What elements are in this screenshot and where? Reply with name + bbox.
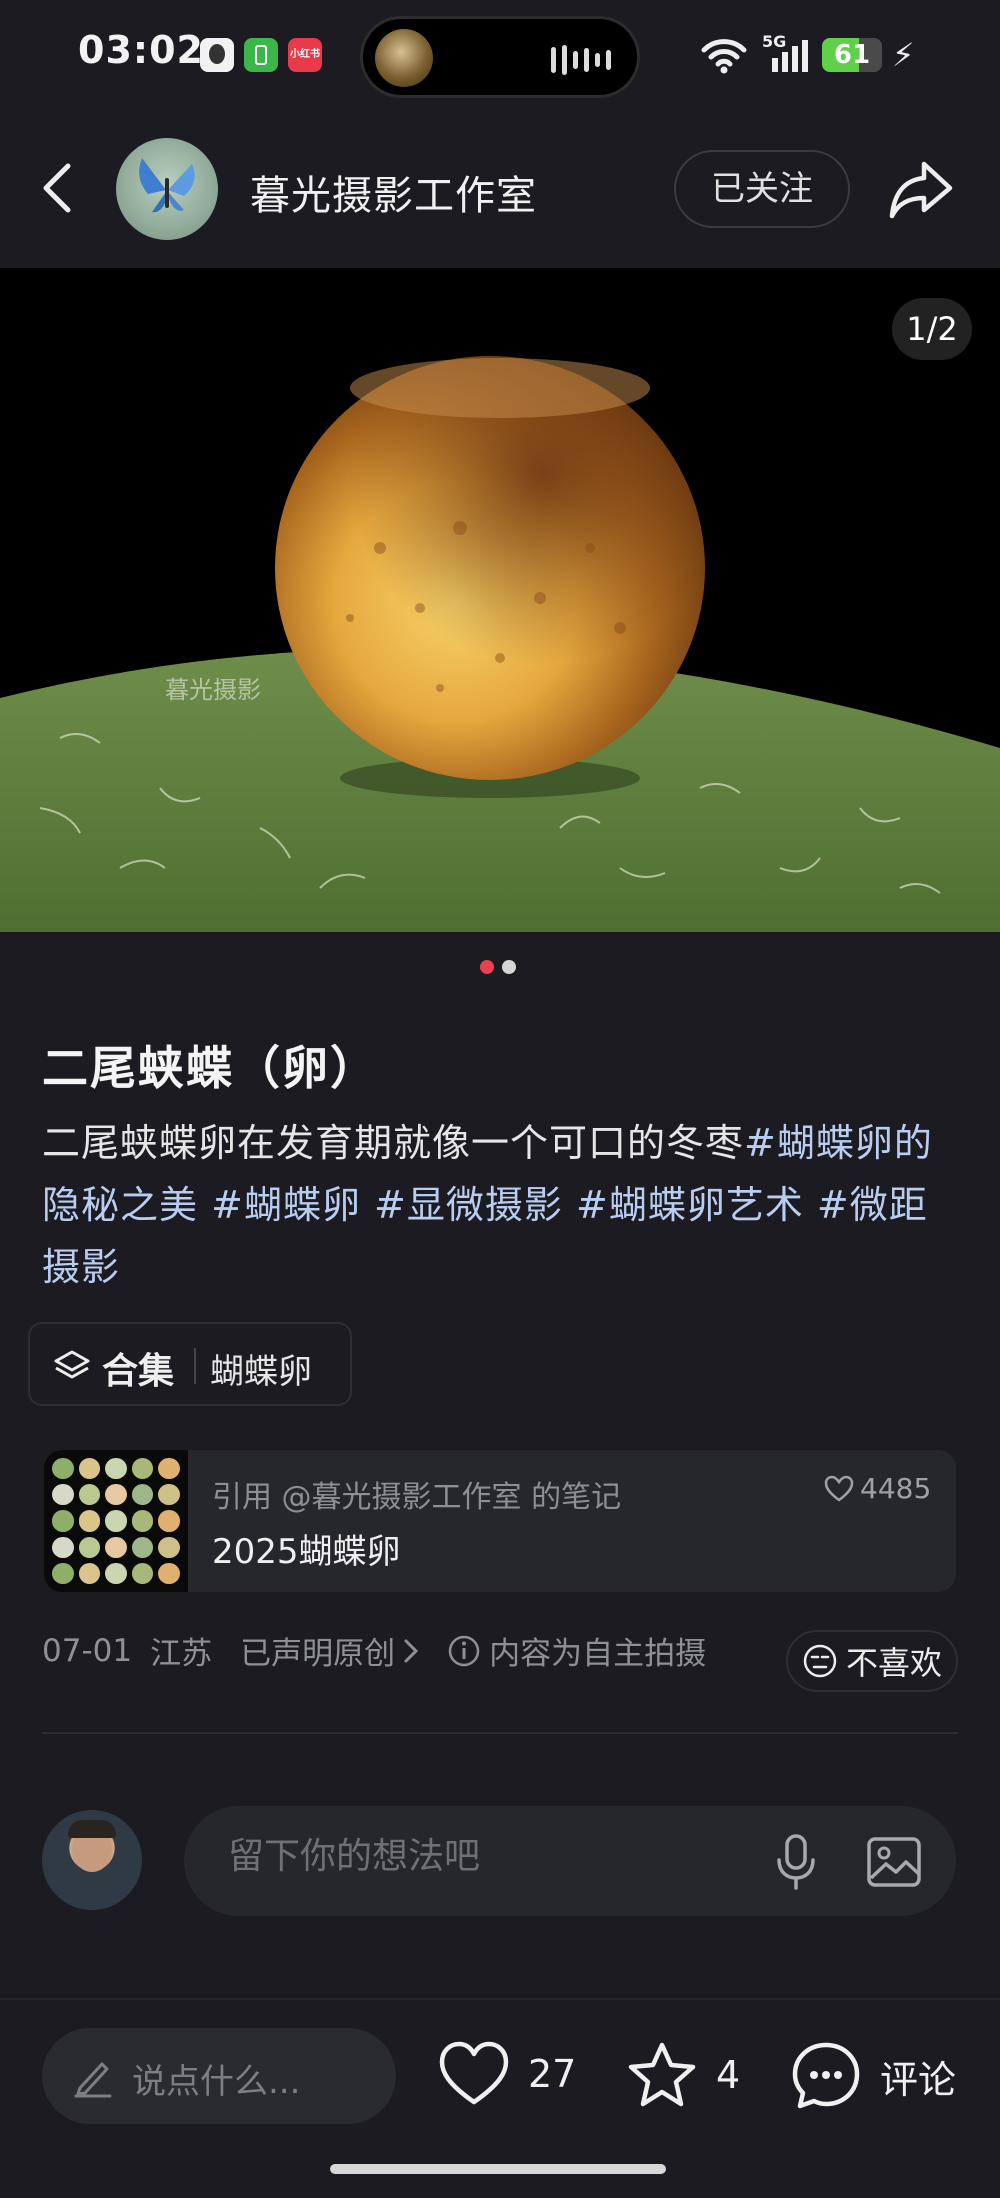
heart-icon (824, 1475, 854, 1502)
thumbnail-egg (78, 1536, 101, 1558)
info-icon (448, 1635, 480, 1666)
star-icon (628, 2042, 696, 2107)
comment-input[interactable] (228, 1836, 668, 1877)
thumbnail-egg (158, 1458, 180, 1480)
comment-button[interactable]: 评论 (790, 2040, 956, 2112)
thumbnail-egg (131, 1458, 154, 1480)
image-counter: 1/2 (892, 298, 972, 360)
hashtag-link[interactable]: #蝴蝶卵 (211, 1183, 361, 1227)
quoted-note-title: 2025蝴蝶卵 (212, 1532, 401, 1572)
charging-icon: ⚡ (892, 36, 915, 74)
section-divider (42, 1732, 958, 1734)
thumbnail-egg (131, 1484, 154, 1506)
dislike-button[interactable]: 不喜欢 (786, 1630, 958, 1692)
hashtag-link[interactable]: #显微摄影 (374, 1183, 563, 1227)
thumbnail-egg (158, 1510, 180, 1532)
avatar-hair (68, 1820, 116, 1838)
post-location: 江苏 (150, 1636, 213, 1672)
battery-indicator: 61 (822, 38, 882, 72)
now-playing-avatar (375, 29, 433, 87)
collection-divider (194, 1348, 196, 1384)
dynamic-island[interactable] (360, 16, 640, 98)
app-icon (200, 38, 234, 72)
quoted-note-reference: 引用 @暮光摄影工作室 的笔记 (212, 1480, 622, 1515)
thumbnail-egg (158, 1484, 180, 1506)
thumbnail-egg (78, 1562, 101, 1584)
quoted-note-thumbnail (44, 1450, 188, 1592)
author-avatar[interactable] (116, 138, 218, 240)
battery-app-icon (244, 38, 278, 72)
thumbnail-egg (158, 1536, 180, 1558)
thumbnail-egg (78, 1510, 101, 1532)
signal-icon (772, 40, 808, 72)
xiaohongshu-icon: 小红书 (288, 38, 322, 72)
chevron-right-icon[interactable] (403, 1637, 419, 1665)
say-something-placeholder: 说点什么... (132, 2062, 301, 2102)
thumbnail-egg (131, 1562, 154, 1584)
thumbnail-egg (131, 1510, 154, 1532)
thumbnail-egg (105, 1562, 127, 1584)
status-time: 03:02 (78, 28, 204, 72)
quoted-note-likes: 4485 (824, 1472, 931, 1505)
content-notice: 内容为自主拍摄 (489, 1636, 707, 1672)
like-button[interactable]: 27 (438, 2040, 576, 2108)
page-dot-1 (480, 960, 494, 974)
page-dot-2 (502, 960, 516, 974)
chevron-left-icon[interactable] (36, 160, 80, 216)
page-indicator (480, 960, 516, 974)
thumbnail-egg (105, 1510, 127, 1532)
post-meta: 07-01 江苏 已声明原创 内容为自主拍摄 (42, 1628, 706, 1673)
butterfly-egg-photo: 暮光摄影 (0, 268, 1000, 932)
say-something-button[interactable]: 说点什么... (42, 2028, 396, 2124)
comment-bubble-icon (792, 2042, 860, 2109)
author-name[interactable]: 暮光摄影工作室 (250, 163, 537, 221)
comment-box[interactable] (184, 1806, 956, 1916)
audio-wave-icon (551, 45, 611, 75)
wifi-icon (701, 39, 747, 74)
image-icon[interactable] (866, 1834, 922, 1890)
thumbnail-egg (105, 1458, 127, 1480)
post-date: 07-01 (42, 1632, 133, 1669)
comment-label: 评论 (880, 2057, 957, 2102)
original-declaration[interactable]: 已声明原创 (240, 1628, 395, 1673)
description-text: 二尾蛱蝶卵在发育期就像一个可口的冬枣 (42, 1121, 745, 1165)
share-icon[interactable] (886, 154, 956, 224)
hashtag-link[interactable]: #蝴蝶卵艺术 (576, 1183, 804, 1227)
post-image[interactable]: 暮光摄影 (0, 268, 1000, 932)
microphone-icon[interactable] (774, 1832, 818, 1892)
collection-label: 合集 (102, 1351, 175, 1392)
butterfly-icon (139, 158, 195, 213)
heart-icon (439, 2041, 509, 2105)
like-count: 27 (528, 2052, 577, 2096)
thumbnail-egg (52, 1562, 74, 1584)
layers-icon (54, 1350, 90, 1379)
current-user-avatar[interactable] (42, 1810, 142, 1910)
favorite-count: 4 (716, 2053, 741, 2097)
thumbnail-egg (158, 1562, 180, 1584)
thumbnail-egg (78, 1458, 101, 1480)
post-title: 二尾蛱蝶（卵） (42, 1041, 378, 1095)
watermark: 暮光摄影 (165, 676, 261, 704)
thumbnail-egg (52, 1458, 74, 1480)
home-indicator[interactable] (330, 2164, 666, 2174)
quoted-note-like-count: 4485 (860, 1472, 932, 1505)
pencil-icon (74, 2062, 112, 2098)
quoted-note-card[interactable]: 引用 @暮光摄影工作室 的笔记 2025蝴蝶卵 4485 (44, 1450, 956, 1592)
dislike-label: 不喜欢 (845, 1644, 942, 1682)
thumbnail-egg (52, 1484, 74, 1506)
post-description: 二尾蛱蝶卵在发育期就像一个可口的冬枣#蝴蝶卵的隐秘之美 #蝴蝶卵 #显微摄影 #… (42, 1112, 962, 1298)
thumbnail-egg (105, 1536, 127, 1558)
thumbnail-egg (131, 1536, 154, 1558)
thumbnail-egg (78, 1484, 101, 1506)
thumbnail-egg (52, 1536, 74, 1558)
follow-button[interactable]: 已关注 (674, 150, 850, 228)
neutral-face-icon (803, 1644, 837, 1678)
collection-chip[interactable]: 合集 蝴蝶卵 (28, 1322, 352, 1406)
favorite-button[interactable]: 4 (626, 2040, 740, 2110)
thumbnail-egg (52, 1510, 74, 1532)
battery-level: 61 (833, 40, 871, 70)
collection-name: 蝴蝶卵 (210, 1352, 312, 1392)
thumbnail-egg (105, 1484, 127, 1506)
